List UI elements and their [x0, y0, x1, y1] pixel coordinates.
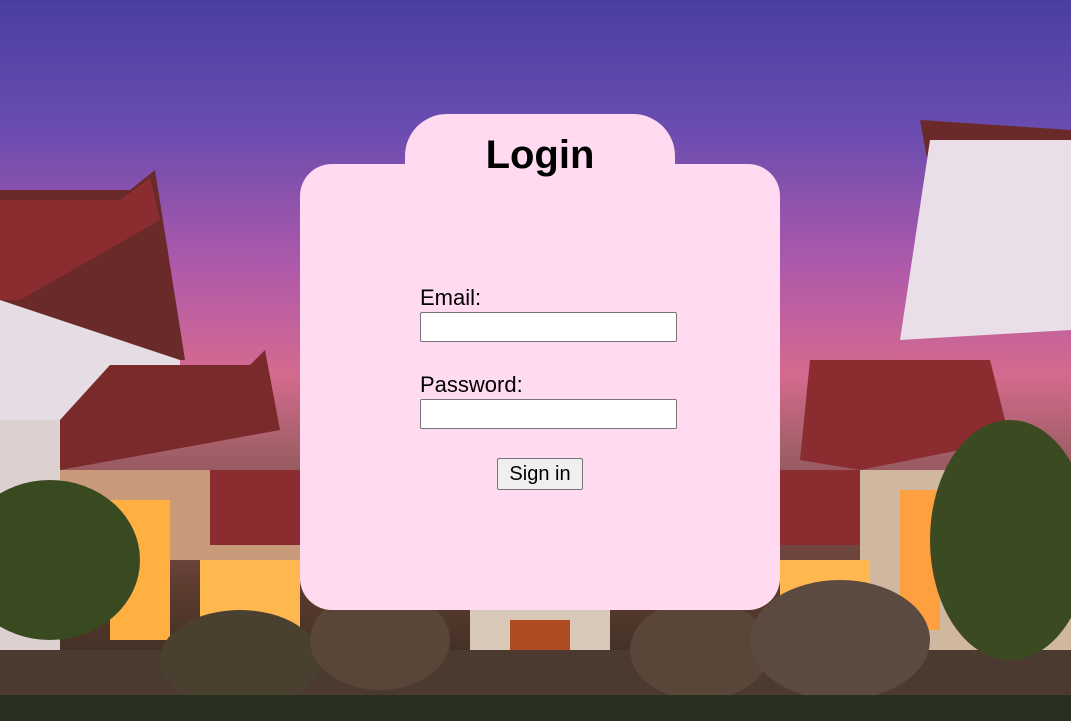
email-input[interactable]: [420, 312, 677, 342]
login-card: Login Email: Password: Sign in: [300, 114, 780, 610]
login-card-body: [300, 164, 780, 610]
sign-in-button[interactable]: Sign in: [497, 458, 583, 490]
email-label: Email:: [420, 285, 482, 310]
password-input[interactable]: [420, 399, 677, 429]
login-title: Login: [485, 133, 595, 177]
password-label: Password:: [420, 372, 523, 397]
